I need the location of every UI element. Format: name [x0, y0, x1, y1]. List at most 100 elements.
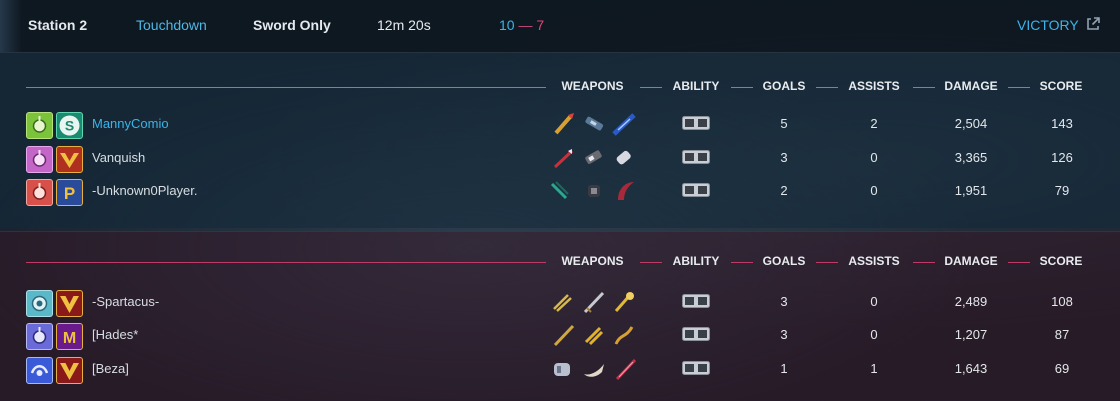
ability-icon: [682, 183, 710, 197]
header-divider-line: [26, 87, 546, 88]
weapon-claws-icon: [550, 181, 569, 200]
game-mode-label: Touchdown: [136, 17, 207, 33]
emblem-icon: S: [56, 112, 83, 139]
damage-value: 1,207: [954, 327, 988, 342]
emblem-glyph: M: [63, 330, 76, 347]
weapon-whip-icon: [614, 326, 634, 345]
emblem-icon: M: [56, 323, 83, 350]
score-separator: —: [518, 17, 533, 33]
svg-text:S: S: [65, 118, 74, 134]
weapon-horn-icon: [584, 364, 604, 377]
column-goals: GOALS: [762, 79, 806, 93]
emblem-icon: [56, 357, 83, 384]
player-row[interactable]: -Spartacus- 3 0 2,489 108: [0, 288, 1120, 317]
damage-value: 1,643: [954, 361, 988, 376]
player-name[interactable]: MannyComio: [92, 116, 169, 131]
player-name[interactable]: [Beza]: [92, 361, 129, 376]
rank-icon: [26, 323, 53, 350]
score-value: 143: [1051, 116, 1073, 131]
player-row[interactable]: P -Unknown0Player. 2 0 1,951 79: [0, 177, 1120, 206]
goals-value: 3: [780, 150, 788, 165]
weapon-gauntlet-icon: [554, 363, 570, 376]
score-value: 79: [1054, 183, 1070, 198]
emblem-icon: P: [56, 179, 83, 206]
player-row[interactable]: M [Hades* 3 0 1,207 87: [0, 321, 1120, 350]
match-duration: 12m 20s: [377, 17, 431, 33]
damage-value: 2,504: [954, 116, 988, 131]
svg-text:P: P: [64, 184, 75, 203]
weapon-pistol-icon: [585, 150, 602, 164]
emblem-glyph: [60, 153, 79, 168]
header-divider-line: [816, 87, 838, 88]
rank-glyph: [32, 183, 47, 200]
header-divider-line: [640, 87, 662, 88]
player-row[interactable]: S MannyComio 5 2 2,504 143: [0, 110, 1120, 139]
red-team-column-headers: WEAPONS ABILITY GOALS ASSISTS DAMAGE SCO…: [0, 254, 1120, 270]
header-divider-line: [913, 87, 935, 88]
weapon-sword-icon: [583, 291, 605, 314]
emblem-icon: [56, 146, 83, 173]
match-header: Station 2 Touchdown Sword Only 12m 20s 1…: [0, 0, 1120, 53]
assists-value: 0: [870, 294, 878, 309]
weapon-sword-icon: [554, 113, 574, 135]
goals-value: 3: [780, 294, 788, 309]
red-team-panel: WEAPONS ABILITY GOALS ASSISTS DAMAGE SCO…: [0, 231, 1120, 401]
rank-glyph: [30, 365, 49, 376]
player-name[interactable]: Vanquish: [92, 150, 145, 165]
column-ability: ABILITY: [672, 254, 720, 268]
damage-value: 3,365: [954, 150, 988, 165]
weapon-blade-icon: [615, 358, 637, 381]
column-score: SCORE: [1039, 79, 1083, 93]
player-row[interactable]: [Beza] 1 1 1,643 69: [0, 355, 1120, 384]
assists-value: 0: [870, 150, 878, 165]
mode-variant-label: Sword Only: [253, 17, 331, 33]
column-weapons: WEAPONS: [561, 254, 624, 268]
column-assists: ASSISTS: [848, 254, 900, 268]
column-goals: GOALS: [762, 254, 806, 268]
column-damage: DAMAGE: [944, 254, 998, 268]
rank-glyph: [32, 150, 47, 167]
weapon-sword-icon: [553, 324, 575, 347]
rank-icon: [26, 112, 53, 139]
header-decoration: [0, 0, 22, 52]
damage-value: 1,951: [954, 183, 988, 198]
player-name[interactable]: -Unknown0Player.: [92, 183, 198, 198]
score-value: 126: [1051, 150, 1073, 165]
blue-team-score: 10: [499, 17, 515, 33]
rank-glyph: [32, 327, 47, 344]
column-weapons: WEAPONS: [561, 79, 624, 93]
column-score: SCORE: [1039, 254, 1083, 268]
weapon-melee-icon: [616, 150, 631, 165]
player-name[interactable]: -Spartacus-: [92, 294, 159, 309]
player-name[interactable]: [Hades*: [92, 327, 138, 342]
goals-value: 3: [780, 327, 788, 342]
header-divider-line: [731, 87, 753, 88]
blue-team-column-headers: WEAPONS ABILITY GOALS ASSISTS DAMAGE SCO…: [0, 79, 1120, 95]
rank-glyph: [32, 116, 47, 133]
goals-value: 5: [780, 116, 788, 131]
header-divider-line: [731, 262, 753, 263]
player-row[interactable]: Vanquish 3 0 3,365 126: [0, 144, 1120, 173]
emblem-glyph: [60, 363, 79, 380]
rank-icon: [26, 146, 53, 173]
ability-icon: [682, 294, 710, 308]
ability-icon: [682, 327, 710, 341]
ability-icon: [682, 116, 710, 130]
column-damage: DAMAGE: [944, 79, 998, 93]
assists-value: 2: [870, 116, 878, 131]
red-team-score: 7: [536, 17, 545, 33]
emblem-icon: [56, 290, 83, 317]
ability-icon: [682, 361, 710, 375]
external-link-icon[interactable]: [1085, 16, 1101, 32]
weapon-blade-icon: [612, 113, 636, 136]
damage-value: 2,489: [954, 294, 988, 309]
rank-glyph: [31, 295, 48, 312]
score-value: 87: [1054, 327, 1070, 342]
rank-icon: [26, 290, 53, 317]
rank-icon: [26, 357, 53, 384]
score-value: 69: [1054, 361, 1070, 376]
weapon-claws-icon: [553, 294, 572, 312]
weapon-scythe-icon: [618, 182, 634, 200]
station-label: Station 2: [28, 17, 88, 33]
external-link-glyph: [1087, 17, 1100, 30]
